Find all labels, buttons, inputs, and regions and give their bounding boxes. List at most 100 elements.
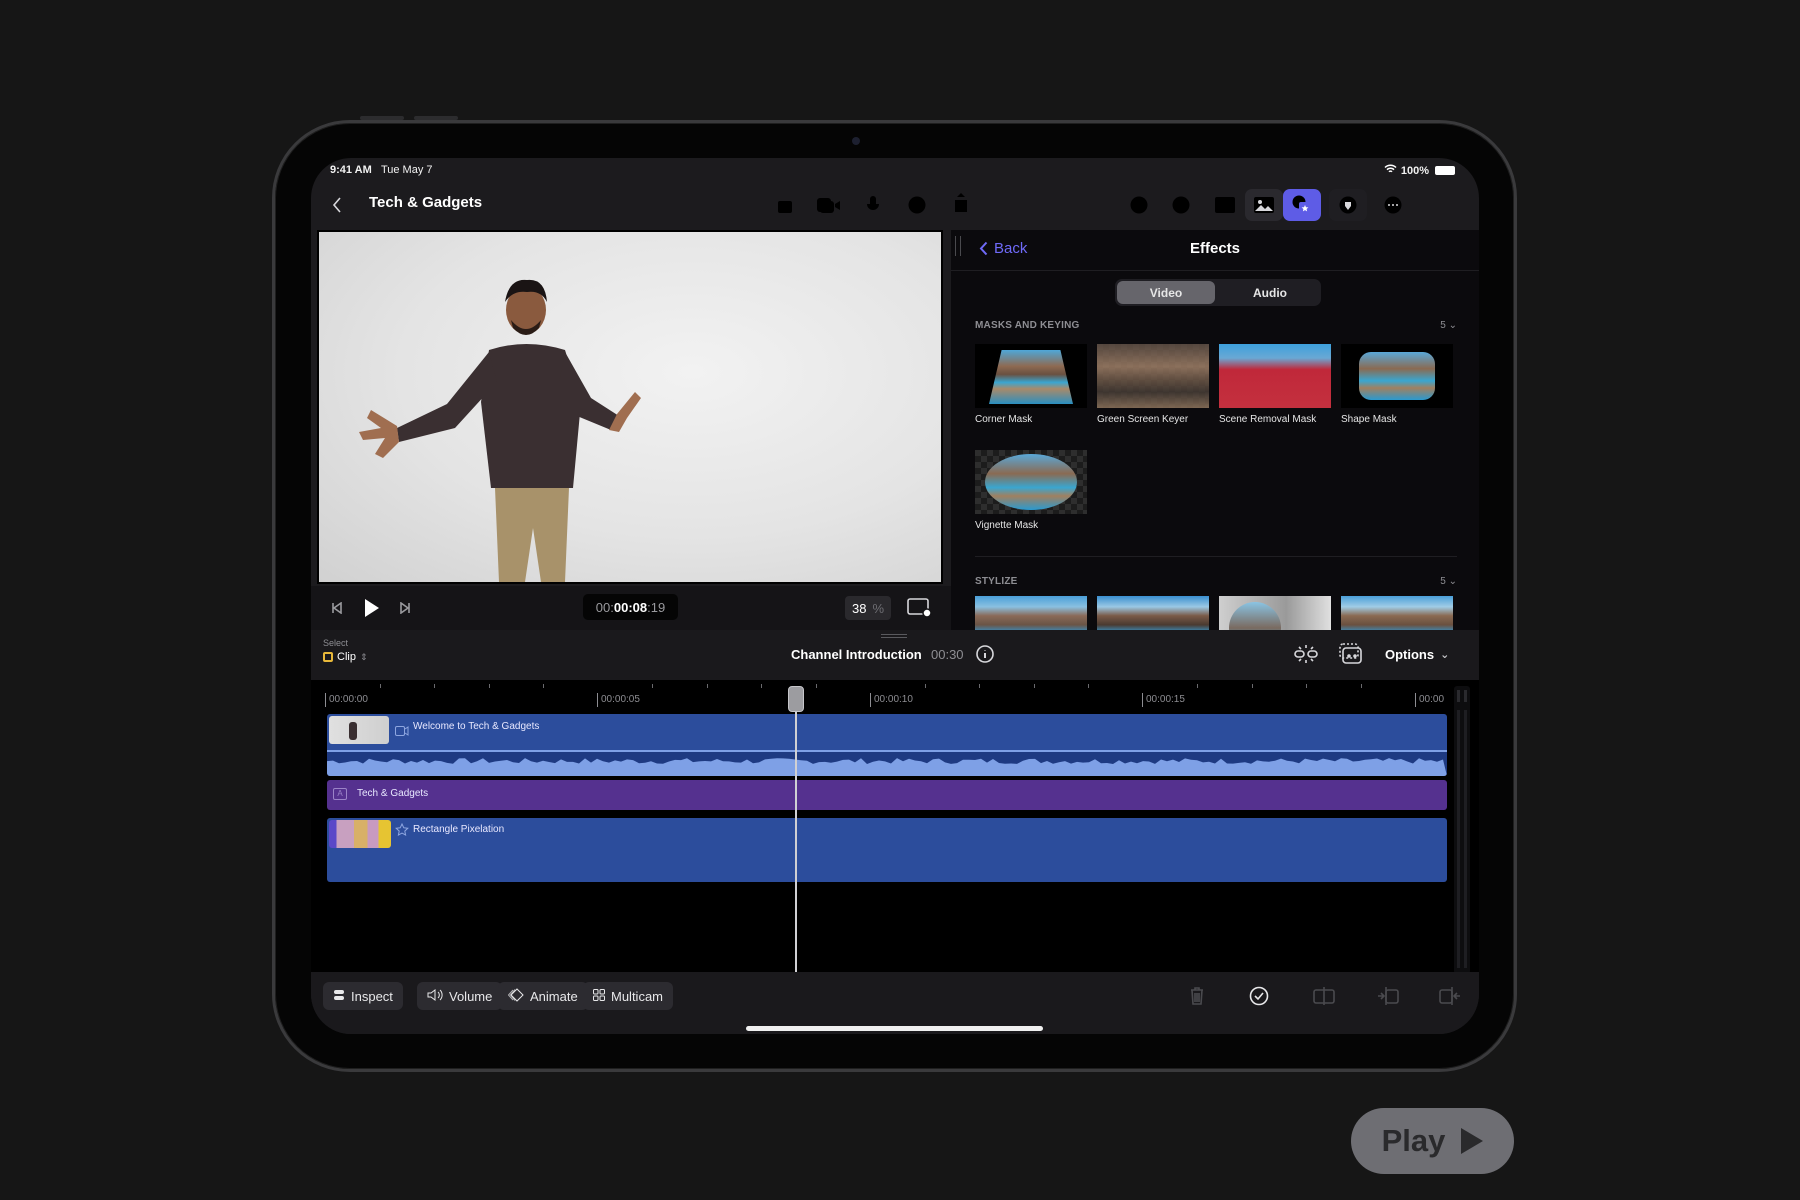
undo-icon[interactable] [1121, 190, 1157, 220]
live-drawing-icon[interactable] [1329, 189, 1367, 221]
video-audio-segmented-control: Video Audio [1115, 279, 1321, 306]
split-icon[interactable] [1313, 986, 1335, 1006]
select-mode-dropdown[interactable]: Clip ⇕ [323, 651, 368, 663]
effect-thumbnail [975, 596, 1087, 632]
microphone-icon[interactable] [855, 190, 891, 220]
options-label: Options [1385, 647, 1435, 662]
effect-thumbnail [1097, 344, 1209, 408]
battery-percent: 100% [1400, 164, 1429, 177]
clip-connections-icon[interactable] [1339, 643, 1363, 665]
clip-thumbnail [329, 716, 389, 744]
divider [401, 986, 402, 1006]
effect-tile-stylize-3[interactable] [1219, 596, 1331, 632]
skip-forward-icon[interactable] [397, 600, 413, 616]
ruler-tick [979, 684, 980, 688]
effect-tile-scene-removal-mask[interactable]: Scene Removal Mask [1219, 344, 1331, 425]
play-label: Play [1381, 1123, 1446, 1158]
import-icon[interactable] [767, 190, 803, 220]
video-clip[interactable]: Welcome to Tech & Gadgets [327, 714, 1447, 776]
ruler-tick [1306, 684, 1307, 688]
chevron-left-icon [979, 241, 988, 256]
section-count-toggle[interactable]: 5 ⌄ [1440, 576, 1457, 587]
done-icon[interactable] [1249, 986, 1269, 1006]
viewer-layout-icon[interactable] [907, 598, 933, 618]
effect-thumbnail [1219, 344, 1331, 408]
play-icon[interactable] [361, 596, 383, 620]
multicam-button[interactable]: Multicam [583, 982, 674, 1010]
effects-icon[interactable] [1283, 189, 1321, 221]
timecode-display[interactable]: 00: 00:08:19 [583, 594, 678, 620]
playhead-handle[interactable] [788, 686, 804, 712]
tab-video[interactable]: Video [1117, 281, 1215, 304]
effect-tile-corner-mask[interactable]: Corner Mask [975, 344, 1087, 425]
skip-back-icon[interactable] [329, 600, 345, 616]
front-camera [852, 137, 860, 145]
timeline-ruler[interactable]: 00:00:00 00:00:05 00:00:10 00:00:15 00:0… [311, 680, 1479, 712]
delete-icon[interactable] [1187, 986, 1207, 1006]
trim-start-icon[interactable] [1377, 986, 1399, 1006]
play-video-button[interactable]: Play [1351, 1108, 1514, 1174]
navigation-bar: Tech & Gadgets [311, 184, 1479, 226]
back-chevron-icon[interactable] [327, 194, 347, 216]
zoom-unit: % [872, 600, 885, 616]
ruler-tick [1197, 684, 1198, 688]
chevron-down-icon: ⌄ [1448, 320, 1457, 331]
project-title: Tech & Gadgets [369, 194, 483, 211]
home-indicator[interactable] [746, 1026, 1043, 1031]
effect-thumbnail [1097, 596, 1209, 632]
share-icon[interactable] [943, 188, 979, 218]
star-effect-icon [395, 822, 409, 842]
ruler-label: 00:00:10 [870, 693, 913, 707]
button-label: Inspect [351, 988, 393, 1004]
clip-thumbnail [329, 820, 391, 848]
section-count-toggle[interactable]: 5 ⌄ [1440, 320, 1457, 331]
ruler-tick [652, 684, 653, 688]
redo-icon[interactable] [1163, 190, 1199, 220]
button-label: Animate [530, 988, 578, 1004]
ruler-tick [434, 684, 435, 688]
ruler-label: 00:00:15 [1142, 693, 1185, 707]
volume-button[interactable]: Volume [417, 982, 503, 1010]
animate-button[interactable]: Animate [498, 982, 588, 1010]
playhead[interactable] [795, 692, 797, 982]
effect-clip[interactable]: Rectangle Pixelation [327, 818, 1447, 882]
trim-end-icon[interactable] [1439, 986, 1461, 1006]
presenter-figure [359, 279, 641, 582]
photos-icon[interactable] [1245, 189, 1283, 221]
ruler-tick [1360, 684, 1362, 688]
ruler-tick [543, 684, 544, 688]
info-icon[interactable] [975, 644, 995, 664]
button-label: Multicam [611, 988, 664, 1004]
status-time: 9:41 AM Tue May 7 [330, 164, 433, 176]
title-clip[interactable]: A Tech & Gadgets [327, 780, 1447, 810]
chevron-down-icon: ⌄ [1440, 649, 1450, 661]
effect-thumbnail [1341, 596, 1453, 632]
select-label: Select [323, 638, 349, 648]
timeline-header: Select Clip ⇕ Channel Introduction 00:30… [311, 630, 1479, 680]
voiceover-icon[interactable] [899, 190, 935, 220]
options-menu[interactable]: Options ⌄ [1385, 647, 1449, 662]
effect-tile-stylize-4[interactable] [1341, 596, 1453, 632]
inspect-button[interactable]: Inspect [323, 982, 403, 1010]
status-indicators: 100% [1384, 164, 1455, 177]
ruler-tick [706, 684, 708, 688]
effect-tile-stylize-2[interactable] [1097, 596, 1209, 632]
zoom-value: 38 [851, 600, 867, 616]
camera-icon[interactable] [811, 190, 847, 220]
ipad-screen: 9:41 AM Tue May 7 100% Tech & Gadgets 00… [311, 158, 1479, 1034]
tab-audio[interactable]: Audio [1221, 281, 1319, 304]
back-button[interactable]: Back [979, 240, 1027, 257]
titles-icon[interactable] [1207, 190, 1243, 220]
effect-tile-shape-mask[interactable]: Shape Mask [1341, 344, 1453, 425]
snapping-icon[interactable] [1293, 644, 1319, 664]
ruler-tick [1033, 684, 1035, 688]
effect-thumbnail [1219, 596, 1331, 632]
timeline-resize-grabber[interactable] [881, 634, 907, 638]
effect-tile-vignette-mask[interactable]: Vignette Mask [975, 450, 1087, 531]
viewer-zoom-field[interactable]: 38 % [845, 596, 891, 620]
more-icon[interactable] [1375, 190, 1411, 220]
ruler-tick [1251, 684, 1253, 688]
effect-tile-stylize-1[interactable] [975, 596, 1087, 632]
effect-tile-green-screen-keyer[interactable]: Green Screen Keyer [1097, 344, 1209, 425]
video-viewer[interactable] [317, 230, 943, 584]
